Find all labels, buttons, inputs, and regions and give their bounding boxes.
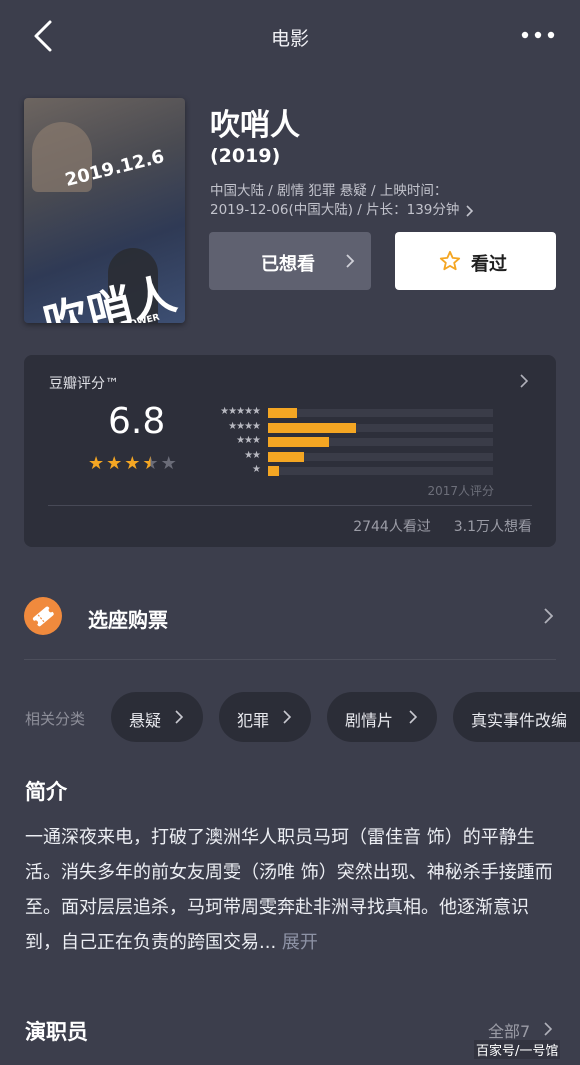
movie-poster[interactable]: 2019.12.6 吹哨人 THE WHISTLEBLOWER: [24, 98, 185, 323]
histogram-row: ★: [204, 464, 514, 476]
chevron-right-icon: [175, 710, 183, 724]
cast-title: 演职员: [25, 1020, 88, 1044]
rating-star-icon: ★: [88, 453, 105, 474]
histogram-star-label: ★★★★: [228, 420, 261, 432]
divider: [24, 659, 556, 660]
chevron-right-icon: [346, 254, 355, 268]
category-chip-label: 真实事件改编: [471, 711, 568, 730]
star-outline-icon: [439, 250, 461, 271]
want-to-watch-button[interactable]: 已想看: [209, 232, 371, 290]
rating-score: 6.8: [108, 401, 166, 442]
rating-source-label: 豆瓣评分™: [49, 376, 119, 392]
chevron-right-icon: [409, 710, 417, 724]
more-options-icon[interactable]: [520, 28, 556, 42]
movie-meta-line2: 2019-12-06(中国大陆) / 片长：139分钟: [210, 202, 460, 218]
chevron-right-icon: [283, 710, 291, 724]
histogram-bar: [268, 422, 356, 433]
watched-button[interactable]: 看过: [395, 232, 556, 290]
watermark: 百家号/一号馆: [474, 1040, 561, 1059]
histogram-star-label: ★: [252, 464, 261, 475]
rating-star-icon: ★: [160, 453, 177, 474]
histogram-bar: [268, 437, 329, 447]
rating-footer: 2744人看过 3.1万人想看: [353, 516, 532, 536]
histogram-track: [268, 409, 493, 417]
histogram-row: ★★★★★: [204, 406, 514, 418]
category-chip[interactable]: 剧情片: [327, 692, 437, 742]
rating-star-icon: ★: [142, 453, 159, 474]
want-to-watch-label: 已想看: [261, 254, 315, 275]
rating-count: 2017人评分: [427, 484, 494, 498]
category-chip[interactable]: 犯罪: [219, 692, 311, 742]
category-chip-label: 悬疑: [129, 711, 162, 730]
watched-count: 2744人看过: [353, 519, 431, 535]
divider: [48, 505, 532, 506]
histogram-bar: [268, 408, 297, 418]
page-title: 电影: [270, 28, 309, 50]
category-chip-label: 犯罪: [237, 711, 270, 730]
cast-all-link[interactable]: 全部7: [488, 1018, 530, 1042]
top-bar: 电影: [0, 0, 580, 72]
histogram-row: ★★★★: [204, 420, 514, 433]
histogram-bar: [268, 466, 279, 476]
rating-stars: ★ ★ ★ ★ ★: [88, 455, 177, 473]
movie-meta[interactable]: 中国大陆 / 剧情 犯罪 悬疑 / 上映时间： 2019-12-06(中国大陆)…: [210, 182, 560, 220]
category-chip-label: 剧情片: [345, 711, 394, 730]
category-chip[interactable]: 悬疑: [111, 692, 203, 742]
histogram-star-label: ★★: [244, 449, 261, 461]
movie-title: 吹哨人: [210, 108, 300, 143]
movie-year: (2019): [210, 145, 281, 167]
intro-title: 简介: [25, 780, 67, 804]
related-categories-label: 相关分类: [25, 710, 86, 728]
expand-link[interactable]: 展开: [282, 932, 318, 953]
histogram-track: [268, 467, 493, 475]
histogram-star-label: ★★★: [236, 435, 261, 446]
chevron-right-icon: [520, 374, 528, 388]
histogram-star-label: ★★★★★: [220, 406, 261, 417]
buy-ticket-link[interactable]: 选座购票: [88, 604, 168, 633]
histogram-bar: [268, 451, 304, 462]
chevron-right-icon[interactable]: [544, 1022, 552, 1036]
rating-star-icon: ★: [106, 453, 123, 474]
want-count: 3.1万人想看: [453, 519, 532, 535]
rating-card[interactable]: 豆瓣评分™ 6.8 ★ ★ ★ ★ ★ ★★★★★ ★★★★ ★★★ ★★ ★ 2017人评分 …: [24, 355, 556, 547]
movie-meta-line1: 中国大陆 / 剧情 犯罪 悬疑 / 上映时间：: [210, 183, 448, 199]
category-chip[interactable]: 真实事件改编: [453, 692, 580, 742]
histogram-row: ★★: [204, 449, 514, 462]
watched-label: 看过: [471, 254, 507, 275]
intro-text: 一通深夜来电，打破了澳洲华人职员马珂（雷佳音 饰）的平静生活。消失多年的前女友周…: [25, 820, 557, 960]
histogram-row: ★★★: [204, 435, 514, 447]
ticket-icon: [24, 597, 62, 635]
chevron-right-icon: [466, 204, 474, 217]
rating-star-icon: ★: [124, 453, 141, 474]
movie-meta-line2-row: 2019-12-06(中国大陆) / 片长：139分钟: [210, 201, 560, 220]
chevron-right-icon[interactable]: [544, 608, 553, 624]
